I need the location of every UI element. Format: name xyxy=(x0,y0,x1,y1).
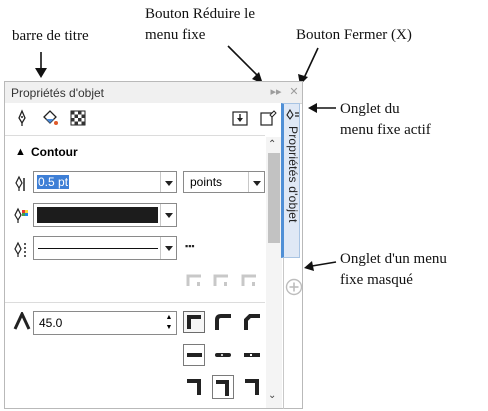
corner-round-icon xyxy=(215,314,231,330)
outline-width-dropdown-arrow[interactable] xyxy=(160,172,176,192)
toolbar-separator xyxy=(5,135,265,136)
object-properties-tab-icon xyxy=(286,108,299,120)
miter-limit-icon xyxy=(13,312,31,330)
outline-color-dropdown-arrow[interactable] xyxy=(160,204,176,226)
collapse-section-arrow[interactable]: ▲ xyxy=(15,146,26,158)
object-properties-docker: Propriétés d'objet ▸▸ ✕ ▲ Contour 0.5 pt… xyxy=(4,81,303,409)
close-docker-button[interactable]: ✕ xyxy=(287,85,301,99)
position-outside-button[interactable] xyxy=(183,375,205,399)
outline-color-picker[interactable] xyxy=(33,203,177,227)
line-style-preview xyxy=(38,248,158,249)
position-center-icon xyxy=(216,380,229,396)
docker-content: ▲ Contour 0.5 pt points ▪▪▪ 45.0 ▲ ▼ xyxy=(5,103,282,408)
line-style-more-button[interactable]: ▪▪▪ xyxy=(185,241,195,251)
cap-butt-button[interactable] xyxy=(183,344,205,366)
units-value: points xyxy=(190,175,223,189)
corner-miter-icon xyxy=(187,315,201,329)
corner-miter-button[interactable] xyxy=(183,311,205,333)
units-select[interactable]: points xyxy=(183,171,265,193)
docker-title-bar[interactable]: Propriétés d'objet ▸▸ ✕ xyxy=(5,82,302,104)
miter-limit-spinbox[interactable]: 45.0 ▲ ▼ xyxy=(33,311,177,335)
position-inside-icon xyxy=(245,379,259,395)
apply-style-icon[interactable] xyxy=(231,109,249,127)
outline-width-icon xyxy=(15,175,25,191)
miter-limit-value: 45.0 xyxy=(39,316,63,330)
spin-down-button[interactable]: ▼ xyxy=(163,323,175,333)
outline-color-icon xyxy=(14,207,28,223)
transparency-icon[interactable] xyxy=(69,109,87,127)
line-style-dropdown-arrow[interactable] xyxy=(160,237,176,259)
active-tab-label: Propriétés d'objet xyxy=(286,126,300,223)
cap-round-icon xyxy=(215,353,231,357)
corner-bevel-button[interactable] xyxy=(241,311,263,333)
position-inside-button[interactable] xyxy=(241,375,263,399)
disabled-cap-icons xyxy=(186,274,256,286)
docker-scrollbar[interactable]: ⌃ ⌄ xyxy=(266,137,282,408)
corner-round-button[interactable] xyxy=(212,311,234,333)
spin-up-button[interactable]: ▲ xyxy=(163,313,175,323)
cap-round-button[interactable] xyxy=(212,344,234,366)
row-separator xyxy=(5,302,265,303)
cap-square-button[interactable] xyxy=(241,344,263,366)
position-outside-icon xyxy=(187,379,201,395)
line-style-icon xyxy=(14,241,26,257)
corner-bevel-icon xyxy=(244,314,260,330)
line-style-select[interactable] xyxy=(33,236,177,260)
scroll-down-arrow[interactable]: ⌄ xyxy=(268,390,276,401)
docker-title: Propriétés d'objet xyxy=(11,86,105,100)
section-title-contour: Contour xyxy=(31,145,78,159)
units-dropdown-arrow[interactable] xyxy=(248,172,264,192)
scrollbar-thumb[interactable] xyxy=(268,153,280,243)
cap-square-icon xyxy=(244,353,260,357)
docker-options-icon[interactable] xyxy=(259,109,277,127)
outline-width-value: 0.5 pt xyxy=(37,175,70,189)
add-docker-tab-icon[interactable] xyxy=(285,278,303,296)
fill-bucket-icon[interactable] xyxy=(41,109,59,127)
cap-butt-icon xyxy=(187,353,202,357)
outline-width-select[interactable]: 0.5 pt xyxy=(33,171,177,193)
scroll-up-arrow[interactable]: ⌃ xyxy=(268,139,276,150)
minimize-docker-button[interactable]: ▸▸ xyxy=(269,85,283,99)
outline-pen-icon[interactable] xyxy=(13,109,31,127)
position-center-button[interactable] xyxy=(212,375,234,399)
outline-color-swatch xyxy=(37,207,158,223)
